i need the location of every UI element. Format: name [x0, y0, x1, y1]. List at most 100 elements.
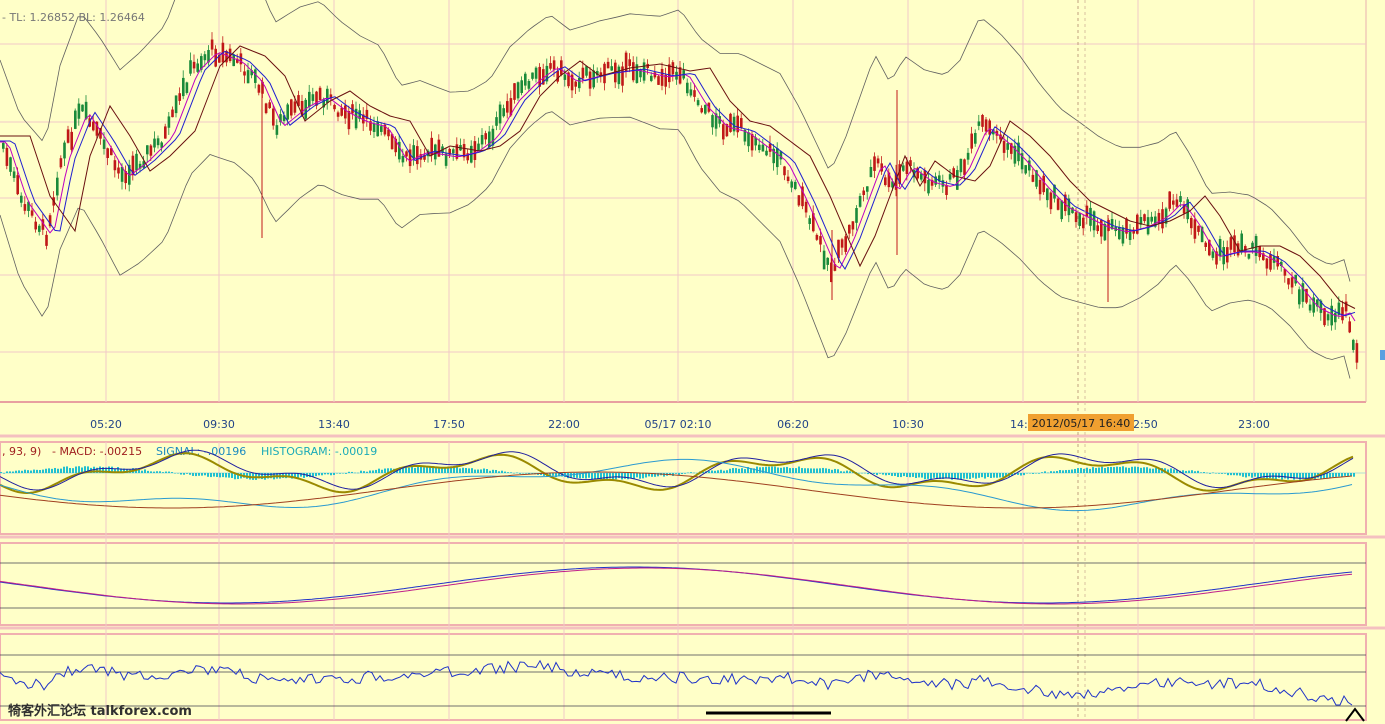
macd-value: - MACD: -.00215: [52, 445, 142, 458]
histogram-bar: [39, 469, 41, 473]
histogram-bar: [1107, 467, 1109, 473]
histogram-bar: [171, 472, 173, 473]
histogram-bar: [876, 473, 878, 476]
histogram-bar: [60, 468, 62, 473]
candle-up: [326, 88, 329, 103]
candle-up: [502, 108, 505, 117]
histogram-bar: [201, 473, 203, 476]
histogram-bar: [606, 473, 608, 480]
candle-up: [826, 257, 829, 265]
candle-down: [840, 239, 844, 248]
histogram-bar: [66, 466, 68, 473]
histogram-bar: [1095, 467, 1097, 473]
histogram-bar: [684, 473, 686, 474]
histogram-bar: [459, 468, 461, 473]
candle-down: [1175, 199, 1179, 207]
histogram-bar: [489, 470, 491, 473]
candle-up: [585, 66, 588, 76]
candle-down: [171, 109, 174, 118]
candle-down: [257, 84, 261, 93]
candle-down: [581, 67, 585, 79]
histogram-bar: [1029, 473, 1031, 474]
histogram-bar: [321, 473, 323, 476]
histogram-bar: [891, 473, 893, 476]
candle-up: [650, 75, 653, 81]
histogram-bar: [816, 468, 818, 473]
histogram-bar: [972, 473, 974, 478]
macd-header: , 93, 9) - MACD: -.00215 SIGNAL: -.00196…: [2, 445, 377, 458]
candle-down: [333, 104, 336, 110]
candle-down: [59, 158, 63, 168]
histogram-bar: [57, 468, 59, 473]
histogram-bar: [465, 468, 467, 473]
histogram-bar: [480, 469, 482, 473]
candle-up: [189, 60, 192, 74]
candle-up: [516, 82, 520, 99]
candle-down: [16, 175, 19, 195]
histogram-bar: [507, 472, 509, 473]
candle-up: [401, 156, 405, 163]
candle-down: [945, 184, 948, 196]
candle-down: [344, 105, 347, 119]
histogram-bar: [795, 468, 797, 473]
histogram-bar: [990, 473, 992, 478]
histogram-bar: [903, 473, 905, 477]
candle-down: [1096, 225, 1099, 232]
candle-up: [761, 144, 765, 152]
candle-up: [196, 63, 199, 72]
histogram-bar: [498, 471, 500, 473]
candle-up: [689, 89, 693, 96]
candle-up: [1060, 200, 1063, 220]
candle-up: [610, 66, 613, 71]
candle-up: [308, 91, 311, 107]
candle-down: [556, 70, 559, 82]
candle-up: [527, 80, 531, 89]
histogram-bar: [1035, 473, 1037, 474]
histogram-bar: [1341, 473, 1343, 477]
histogram-bar: [594, 473, 596, 480]
histogram-bar: [738, 468, 740, 473]
histogram-bar: [339, 473, 341, 474]
candle-down: [192, 61, 196, 69]
histogram-bar: [1269, 473, 1271, 479]
histogram-bar: [900, 473, 902, 478]
histogram-bar: [33, 469, 35, 473]
histogram-bar: [597, 473, 599, 479]
candle-up: [765, 150, 768, 156]
time-label: 23:00: [1238, 418, 1270, 431]
histogram-bar: [1056, 470, 1058, 473]
candle-down: [506, 101, 509, 113]
candle-up: [822, 250, 826, 270]
candle-down: [819, 236, 822, 245]
histogram-bar: [1278, 473, 1280, 478]
histogram-bar: [186, 473, 188, 474]
histogram-bar: [1041, 472, 1043, 473]
candle-up: [1298, 289, 1301, 305]
candle-down: [1143, 214, 1146, 222]
candle-up: [534, 67, 538, 79]
histogram-bar: [225, 473, 227, 478]
candle-up: [808, 218, 811, 224]
macd-params: , 93, 9): [2, 445, 41, 458]
histogram-bar: [744, 469, 746, 473]
candle-down: [905, 161, 909, 175]
histogram-bar: [1212, 472, 1214, 474]
candle-down: [653, 72, 657, 78]
candle-down: [272, 108, 275, 126]
histogram-bar: [945, 473, 947, 479]
candle-up: [1352, 339, 1355, 350]
candle-down: [149, 145, 153, 156]
histogram-bar: [1119, 466, 1121, 473]
candle-up: [1301, 283, 1305, 302]
histogram-bar: [615, 473, 617, 480]
candle-down: [1197, 225, 1200, 232]
histogram-bar: [690, 472, 692, 473]
histogram-bar: [327, 473, 329, 475]
histogram-bar: [303, 473, 305, 478]
candle-down: [30, 210, 34, 216]
histogram-bar: [63, 466, 65, 473]
candle-down: [164, 126, 167, 139]
candle-down: [657, 76, 660, 85]
histogram-bar: [1218, 473, 1220, 474]
candle-down: [5, 147, 9, 166]
